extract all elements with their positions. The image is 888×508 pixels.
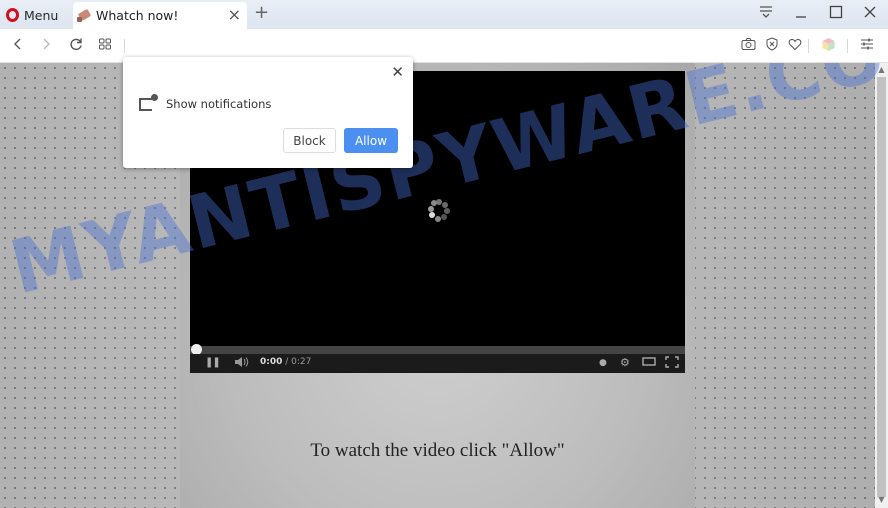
volume-icon[interactable] [234, 356, 250, 372]
tab-close-icon[interactable]: × [228, 6, 241, 24]
pause-icon[interactable]: ❚❚ [205, 356, 221, 370]
allow-button[interactable]: Allow [344, 128, 398, 153]
menu-label: Menu [24, 7, 59, 23]
info-icon[interactable]: ● [599, 356, 607, 370]
time-total: / 0:27 [282, 357, 312, 367]
close-icon[interactable]: ✕ [391, 63, 404, 81]
settings-gear-icon[interactable]: ⚙ [620, 356, 630, 370]
video-progress-bar[interactable] [190, 346, 685, 354]
theater-mode-icon[interactable] [642, 356, 656, 371]
block-button[interactable]: Block [283, 128, 336, 153]
speed-dial-icon[interactable] [96, 37, 114, 55]
tab-active[interactable]: Whatch now! × [73, 2, 247, 29]
tab-menu-icon[interactable] [756, 4, 776, 24]
easy-setup-icon[interactable] [858, 37, 876, 55]
opera-logo-icon [6, 8, 19, 22]
address-bar[interactable] [130, 35, 720, 57]
toolbar-divider [808, 39, 809, 53]
time-current: 0:00 [260, 357, 283, 367]
snapshot-camera-icon[interactable] [739, 37, 757, 55]
scroll-thumb[interactable] [877, 77, 886, 497]
heart-bookmark-icon[interactable] [786, 37, 804, 55]
close-window-button[interactable] [860, 4, 880, 24]
tab-bar: Menu Whatch now! × + [0, 0, 888, 29]
toolbar-divider [847, 39, 848, 53]
video-controls: ❚❚ 0:00 / 0:27 ● ⚙ [190, 354, 685, 373]
opera-menu-button[interactable]: Menu [6, 5, 58, 25]
scroll-up-arrow-icon[interactable]: ▲ [875, 65, 888, 74]
loading-spinner-icon [428, 199, 450, 222]
toolbar-divider [124, 39, 125, 53]
minimize-button[interactable] [791, 4, 811, 24]
tab-title: Whatch now! [96, 8, 179, 23]
adblock-icon[interactable] [763, 37, 781, 55]
reload-icon[interactable] [67, 37, 85, 55]
fullscreen-icon[interactable] [665, 356, 679, 372]
notification-permission-dialog: ✕ Show notifications Block Allow [123, 57, 413, 168]
maximize-button[interactable] [826, 4, 846, 24]
megaphone-favicon-icon [77, 9, 92, 22]
video-time: 0:00 / 0:27 [260, 357, 311, 367]
new-tab-button[interactable]: + [254, 3, 269, 23]
forward-icon[interactable] [37, 37, 55, 55]
scroll-down-arrow-icon[interactable]: ▼ [875, 495, 888, 504]
call-to-action-text: To watch the video click "Allow" [310, 440, 565, 461]
notification-bell-icon [139, 94, 158, 111]
notification-prompt-text: Show notifications [166, 97, 272, 111]
back-icon[interactable] [9, 37, 27, 55]
vertical-scrollbar[interactable]: ▲ ▼ [875, 63, 888, 508]
extension-cube-icon[interactable] [819, 37, 837, 55]
